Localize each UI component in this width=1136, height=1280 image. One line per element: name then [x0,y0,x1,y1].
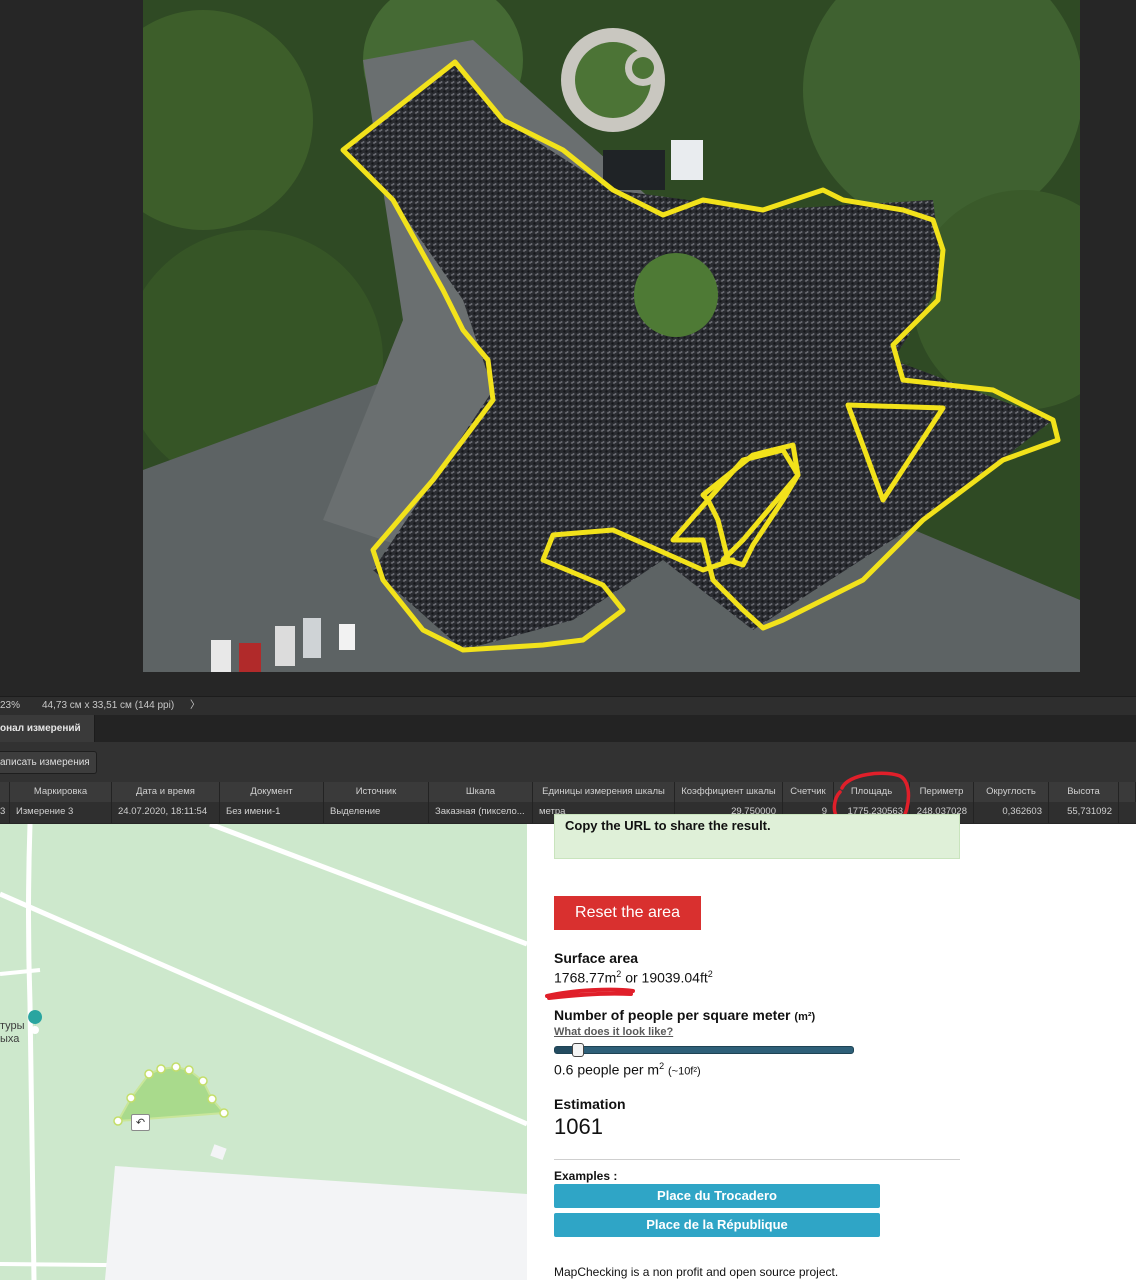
table-cell: Заказная (пиксело... [429,802,533,823]
table-cell: Выделение [324,802,429,823]
share-text: Copy the URL to share the result. [565,818,771,833]
result-panel: Copy the URL to share the result. Reset … [527,814,1136,1280]
status-bar: 23% 44,73 см x 33,51 см (144 ppi) 〉 [0,696,1136,715]
red-underline-mark [545,987,635,1000]
people-title-unit: (m²) [794,1011,816,1023]
people-per-m2-title: Number of people per square meter (m²) [554,1007,815,1023]
table-cell: 24.07.2020, 18:11:54 [112,802,220,823]
surface-ft2-value: 19039.04 [641,969,700,986]
estimation-title: Estimation [554,1096,626,1112]
header-cell[interactable]: Источник [324,782,429,802]
header-cell[interactable]: Периметр [910,782,974,802]
undo-icon[interactable]: ↶ [131,1114,150,1131]
map-view[interactable]: туры ыха ↶ [0,824,527,1280]
header-cell[interactable]: Высота [1049,782,1119,802]
header-cell[interactable]: Единицы измерения шкалы [533,782,675,802]
document-size: 44,73 см x 33,51 см (144 ppi) [42,700,175,711]
table-cell: 0,362603 [974,802,1049,823]
row-index: 3 [0,802,10,823]
estimation-value: 1061 [554,1114,603,1139]
table-cell: Без имени-1 [220,802,324,823]
photoshop-window: 23% 44,73 см x 33,51 см (144 ppi) 〉 онал… [0,0,1136,824]
header-cell[interactable]: Шкала [429,782,533,802]
table-cell: Измерение 3 [10,802,112,823]
density-unit-text: people per m [577,1061,660,1078]
header-cell[interactable]: Округлость [974,782,1049,802]
zoom-level: 23% [0,700,21,711]
density-number: 0.6 [554,1061,574,1078]
exponent: 2 [616,969,622,979]
footer-text: MapChecking is a non profit and open sou… [554,1265,839,1279]
what-does-it-look-like-link[interactable]: What does it look like? [554,1026,673,1038]
density-ft: (~10f²) [667,1065,701,1078]
aerial-crowd-photo [143,0,1080,672]
exponent: 2 [659,1061,665,1071]
share-url-box: Copy the URL to share the result. [554,814,960,859]
surface-area-title: Surface area [554,950,639,966]
table-header-row: Маркировка Дата и время Документ Источни… [0,782,1136,802]
measurement-log-panel-header: онал измерений [0,715,1136,742]
density-slider-handle[interactable] [572,1043,584,1057]
header-cell[interactable]: Маркировка [10,782,112,802]
record-measurements-button[interactable]: аписать измерения [0,751,97,774]
header-cell-empty [1119,782,1136,802]
header-cell[interactable]: Дата и время [112,782,220,802]
tab-measurement-log[interactable]: онал измерений [0,715,95,742]
table-cell: 55,731092 [1049,802,1119,823]
header-index [0,782,10,802]
measurement-log-toolbar: аписать измерения [0,742,1136,782]
header-cell[interactable]: Площадь [834,782,910,802]
map-label-line: туры [0,1020,25,1032]
exponent: 2 [707,969,713,979]
header-cell[interactable]: Коэффициент шкалы [675,782,783,802]
example-trocadero-button[interactable]: Place du Trocadero [554,1184,880,1208]
header-cell[interactable]: Документ [220,782,324,802]
example-republique-button[interactable]: Place de la République [554,1213,880,1237]
examples-title: Examples : [554,1169,618,1183]
density-slider[interactable] [554,1043,854,1057]
density-value: 0.6 people per m2 (~10f²) [554,1061,701,1078]
surface-ft2-unit: ft [699,969,708,986]
map-label-line: ыха [0,1033,20,1045]
map-place-label: туры ыха [0,1020,25,1046]
chevron-right-icon[interactable]: 〉 [190,697,200,715]
header-cell[interactable]: Счетчик [783,782,834,802]
divider [554,1159,960,1160]
reset-area-button[interactable]: Reset the area [554,896,701,930]
people-title-text: Number of people per square meter [554,1007,791,1023]
